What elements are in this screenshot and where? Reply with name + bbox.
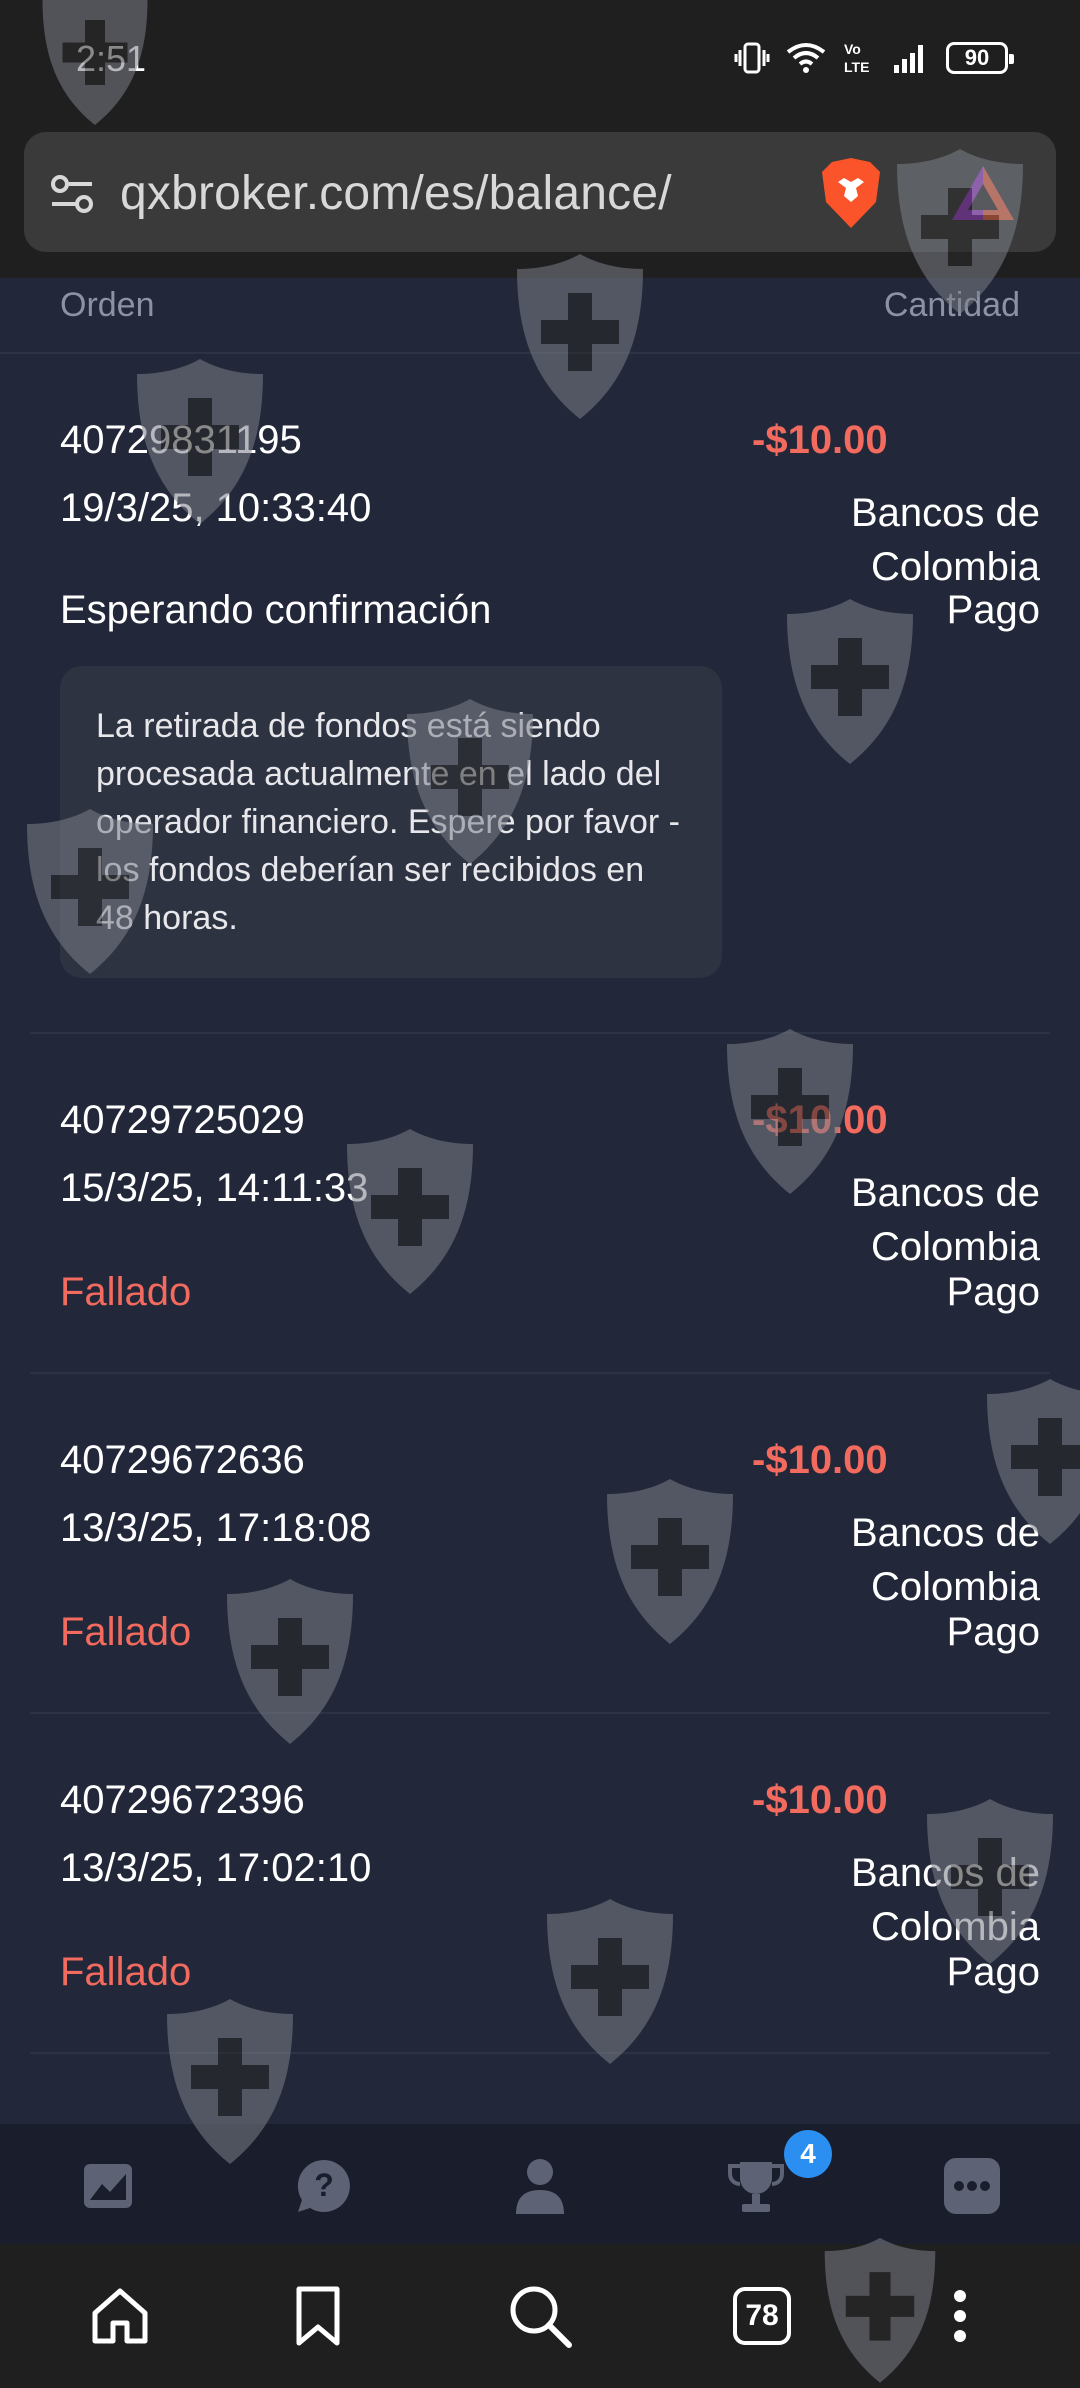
transaction-status: Fallado	[60, 1270, 192, 1314]
browser-bottom-bar: 78	[0, 2244, 1080, 2388]
transaction-amount: -$10.00	[752, 418, 888, 462]
trophy-icon[interactable]	[724, 2154, 788, 2218]
header-amount: Cantidad	[883, 286, 1020, 324]
transaction-amount: -$10.00	[752, 1778, 888, 1822]
transaction-row[interactable]: 40729831195 19/3/25, 10:33:40 -$10.00 Ba…	[30, 354, 1050, 1034]
method-line-2: Colombia	[871, 1565, 1040, 1609]
transaction-id: 40729672636	[60, 1438, 305, 1482]
rewards-triangle-icon[interactable]	[948, 162, 1018, 224]
transaction-date: 19/3/25, 10:33:40	[60, 486, 372, 530]
status-time: 2:51	[76, 38, 147, 79]
volte-icon: Vo LTE	[844, 41, 869, 75]
transaction-date: 13/3/25, 17:02:10	[60, 1846, 372, 1890]
transaction-amount: -$10.00	[752, 1098, 888, 1142]
status-icons: Vo LTE 90	[734, 40, 1014, 76]
help-icon[interactable]: ?	[292, 2154, 356, 2218]
svg-text:Vo: Vo	[844, 41, 861, 57]
home-icon[interactable]	[80, 2276, 160, 2356]
vibrate-icon	[734, 42, 770, 74]
transaction-status: Esperando confirmación	[60, 588, 492, 632]
method-line-2: Colombia	[871, 1905, 1040, 1949]
site-settings-icon[interactable]	[48, 170, 96, 218]
chart-icon[interactable]	[76, 2154, 140, 2218]
bookmark-icon[interactable]	[278, 2276, 358, 2356]
transaction-id: 40729831195	[60, 418, 302, 462]
transaction-row[interactable]: 40729672636 13/3/25, 17:18:08 -$10.00 Ba…	[30, 1374, 1050, 1714]
transaction-date: 13/3/25, 17:18:08	[60, 1506, 372, 1550]
method-line-1: Bancos de	[850, 1171, 1040, 1215]
header-order: Orden	[60, 286, 155, 324]
transaction-row[interactable]: 40729725029 15/3/25, 14:11:33 -$10.00 Ba…	[30, 1034, 1050, 1374]
transaction-id: 40729725029	[60, 1098, 305, 1142]
user-icon[interactable]	[508, 2154, 572, 2218]
method-line-1: Bancos de	[850, 491, 1040, 535]
table-header: Orden Cantidad	[0, 278, 1080, 354]
method-line-1: Bancos de	[850, 1511, 1040, 1555]
transaction-row[interactable]: 40729672396 13/3/25, 17:02:10 -$10.00 Ba…	[30, 1714, 1050, 2054]
address-bar[interactable]: qxbroker.com/es/balance/	[24, 132, 1056, 252]
transaction-amount: -$10.00	[752, 1438, 888, 1482]
method-line-1: Bancos de	[850, 1851, 1040, 1895]
method-line-2: Colombia	[871, 545, 1040, 589]
svg-text:?: ?	[314, 2167, 334, 2203]
transaction-status: Fallado	[60, 1610, 192, 1654]
transaction-method: Bancos de Colombia	[800, 1846, 1040, 1954]
signal-icon	[894, 45, 923, 73]
transaction-type: Pago	[946, 588, 1040, 632]
trophy-badge: 4	[784, 2130, 832, 2178]
menu-icon[interactable]	[920, 2276, 1000, 2356]
transaction-method: Bancos de Colombia	[800, 1506, 1040, 1614]
transaction-type: Pago	[946, 1950, 1040, 1994]
tabs-icon[interactable]: 78	[722, 2276, 802, 2356]
balance-content: Orden Cantidad 40729831195 19/3/25, 10:3…	[0, 278, 1080, 2124]
search-icon[interactable]	[500, 2276, 580, 2356]
transaction-method: Bancos de Colombia	[800, 1166, 1040, 1274]
svg-text:LTE: LTE	[844, 59, 869, 75]
url-text[interactable]: qxbroker.com/es/balance/	[120, 166, 672, 221]
browser-toolbar: qxbroker.com/es/balance/	[0, 122, 1080, 278]
status-bar: 2:51 Vo LTE 90	[0, 0, 1080, 122]
transaction-id: 40729672396	[60, 1778, 305, 1822]
battery-icon: 90	[946, 42, 1014, 74]
transaction-type: Pago	[946, 1270, 1040, 1314]
wifi-icon	[786, 43, 826, 73]
tab-count: 78	[733, 2287, 791, 2345]
transaction-status: Fallado	[60, 1950, 192, 1994]
app-bottom-nav: ?	[0, 2124, 1080, 2244]
transaction-type: Pago	[946, 1610, 1040, 1654]
transaction-method: Bancos de Colombia	[800, 486, 1040, 594]
screen: 2:51 Vo LTE 90 qxbroker.com/es/balance/ …	[0, 0, 1080, 2388]
transaction-date: 15/3/25, 14:11:33	[60, 1166, 369, 1210]
brave-shields-icon[interactable]	[818, 156, 884, 230]
withdrawal-note: La retirada de fondos está siendo proces…	[60, 666, 722, 978]
method-line-2: Colombia	[871, 1225, 1040, 1269]
more-icon[interactable]	[940, 2154, 1004, 2218]
